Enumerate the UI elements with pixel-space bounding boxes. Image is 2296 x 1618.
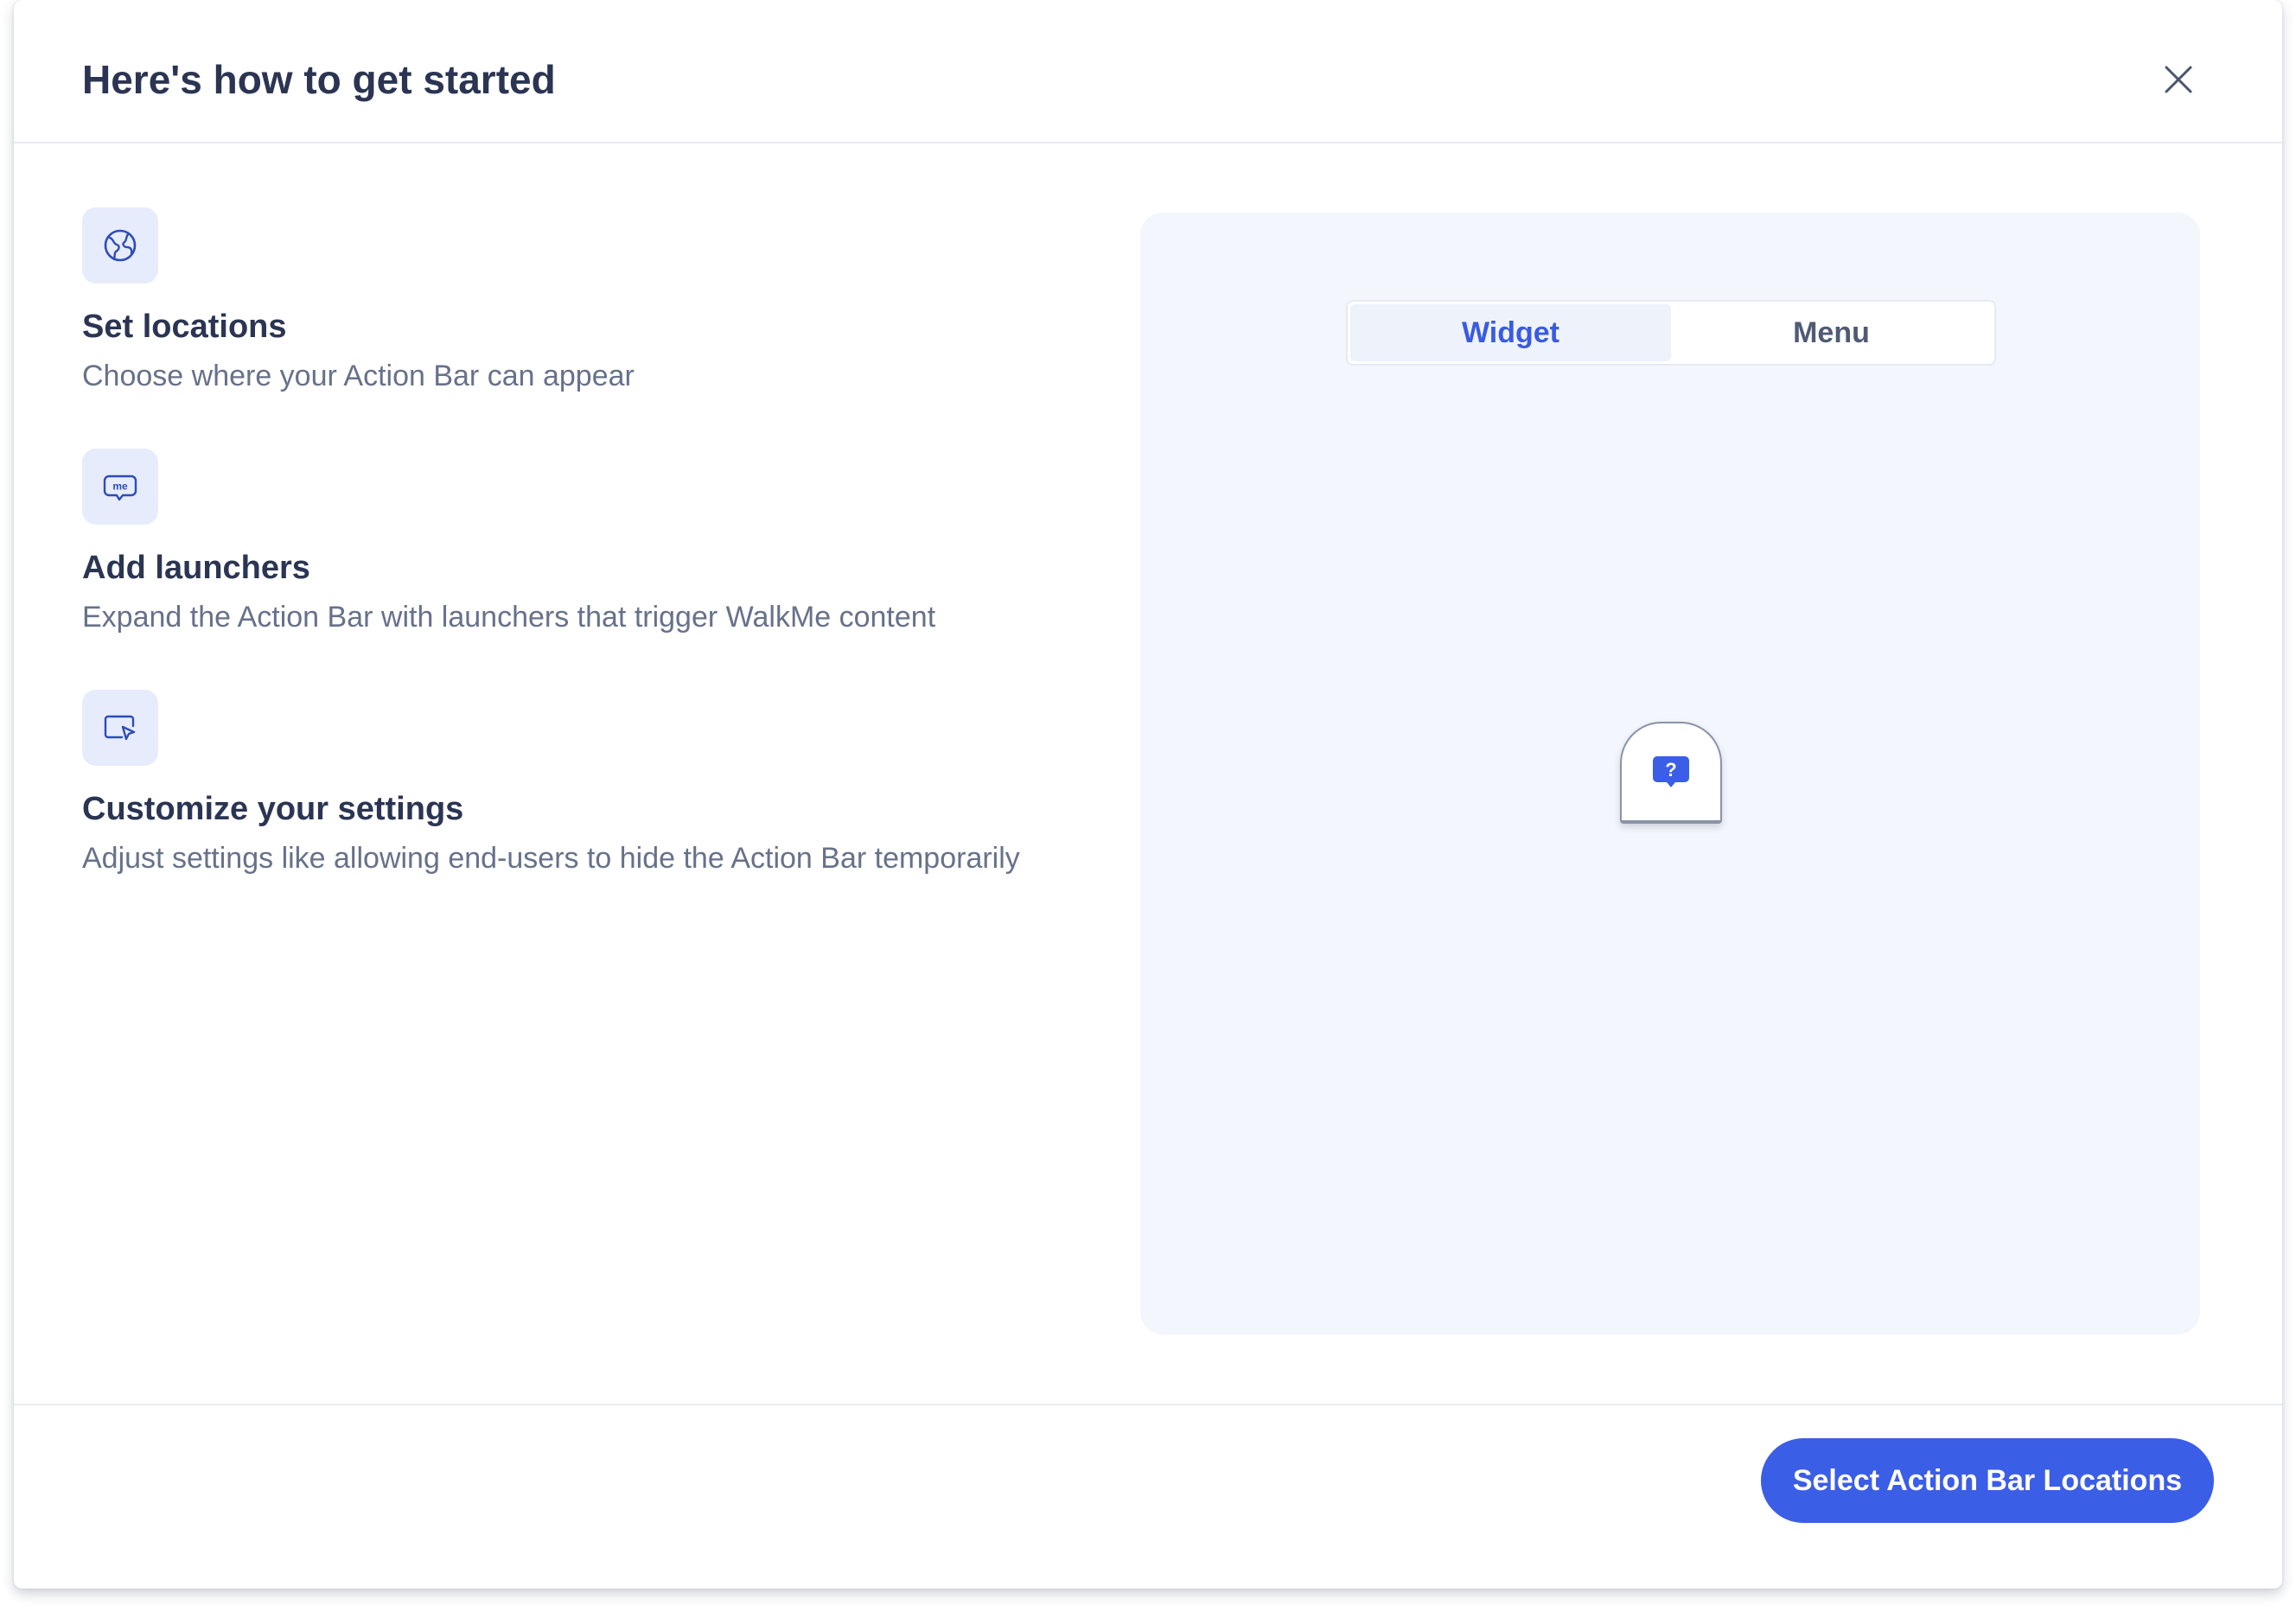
step-set-locations: Set locations Choose where your Action B… (82, 207, 635, 396)
step-icon-tile: me (82, 449, 158, 525)
svg-text:me: me (112, 481, 128, 493)
step-title: Add launchers (82, 550, 310, 586)
dialog-header: Here's how to get started (14, 0, 2282, 143)
close-button[interactable] (2156, 57, 2201, 102)
step-description: Choose where your Action Bar can appear (82, 360, 635, 392)
select-action-bar-locations-button[interactable]: Select Action Bar Locations (1761, 1438, 2214, 1523)
getting-started-dialog: Here's how to get started Set locations … (14, 0, 2282, 1589)
tab-widget[interactable]: Widget (1350, 304, 1671, 361)
preview-mode-toggle: Widget Menu (1346, 300, 1996, 366)
svg-text:?: ? (1665, 759, 1676, 780)
step-title: Set locations (82, 309, 287, 345)
globe-icon (104, 229, 137, 262)
screen-cursor-icon (104, 715, 136, 741)
tab-menu[interactable]: Menu (1671, 304, 1992, 361)
close-icon (2165, 66, 2192, 93)
step-description: Expand the Action Bar with launchers tha… (82, 601, 936, 634)
step-customize-settings: Customize your settings Adjust settings … (82, 690, 1020, 878)
step-icon-tile (82, 690, 158, 766)
widget-launcher-preview[interactable]: ? (1620, 722, 1722, 824)
preview-panel: Widget Menu ? (1140, 213, 2200, 1335)
step-title: Customize your settings (82, 791, 464, 827)
step-add-launchers: me Add launchers Expand the Action Bar w… (82, 449, 935, 637)
question-bubble-icon: ? (1653, 756, 1689, 787)
dialog-footer: Select Action Bar Locations (14, 1404, 2282, 1589)
dialog-title: Here's how to get started (82, 57, 556, 102)
me-chat-icon: me (103, 475, 137, 501)
step-description: Adjust settings like allowing end-users … (82, 842, 1020, 875)
step-icon-tile (82, 207, 158, 283)
